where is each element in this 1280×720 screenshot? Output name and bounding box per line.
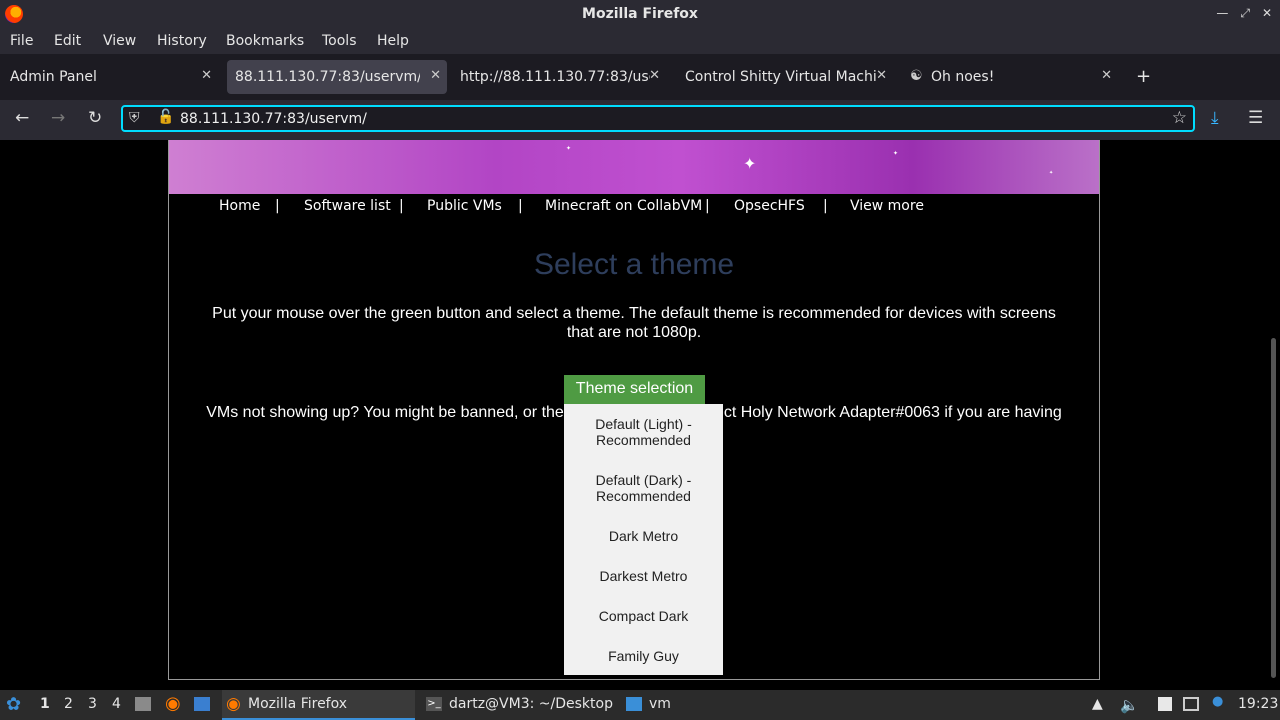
terminal-icon: >_ bbox=[426, 697, 442, 711]
menu-help[interactable]: Help bbox=[377, 33, 409, 49]
close-window-icon[interactable]: ✕ bbox=[1262, 6, 1272, 21]
option-line: Recommended bbox=[596, 488, 691, 504]
intro-text: Put your mouse over the green button and… bbox=[212, 305, 1056, 341]
firefox-launcher-icon[interactable]: ◉ bbox=[165, 693, 181, 714]
taskbar-vm-folder-button[interactable]: vm bbox=[649, 696, 671, 712]
taskbar-app-label: Mozilla Firefox bbox=[248, 696, 348, 712]
nav-separator: | bbox=[518, 198, 523, 214]
window-titlebar: Mozilla Firefox — ⤢ ✕ bbox=[0, 0, 1280, 29]
site-banner: ✦ ✦ ✦ ✦ bbox=[169, 140, 1099, 194]
close-tab-icon[interactable]: ✕ bbox=[876, 68, 887, 83]
nav-separator: | bbox=[705, 198, 710, 214]
option-line: Default (Dark) - bbox=[595, 472, 692, 488]
folder-icon bbox=[626, 696, 642, 712]
taskbar-firefox-button[interactable]: ◉ Mozilla Firefox bbox=[222, 690, 415, 720]
forward-icon[interactable]: → bbox=[51, 108, 65, 128]
url-text[interactable]: 88.111.130.77:83/uservm/ bbox=[180, 111, 367, 127]
sparkle-icon: ✦ bbox=[566, 145, 572, 152]
menu-hamburger-icon[interactable]: ☰ bbox=[1248, 108, 1263, 128]
page-viewport: ✦ ✦ ✦ ✦ Home | Software list | Public VM… bbox=[0, 140, 1280, 690]
menu-edit[interactable]: Edit bbox=[54, 33, 81, 49]
bookmark-star-icon[interactable]: ☆ bbox=[1172, 108, 1187, 128]
nav-separator: | bbox=[275, 198, 280, 214]
reload-icon[interactable]: ↻ bbox=[88, 108, 102, 128]
theme-dropdown: Default (Light) - Recommended Default (D… bbox=[564, 404, 723, 675]
nav-separator: | bbox=[399, 198, 404, 214]
desktop-launcher-icon[interactable] bbox=[194, 696, 210, 712]
firefox-icon: ◉ bbox=[226, 694, 241, 714]
lock-icon[interactable]: 🔓 bbox=[157, 109, 174, 125]
start-menu-icon[interactable]: ✿ bbox=[6, 694, 21, 715]
clipboard-icon[interactable] bbox=[1158, 696, 1172, 712]
theme-option-darkest-metro[interactable]: Darkest Metro bbox=[564, 568, 723, 584]
vm-note-left: VMs not showing up? You might be banned,… bbox=[206, 404, 564, 421]
shield-icon[interactable]: ⛨ bbox=[129, 110, 140, 126]
tab-oh-noes[interactable]: ☯ Oh noes! ✕ bbox=[900, 60, 1124, 94]
tab-uservm[interactable]: 88.111.130.77:83/uservm/ ✕ bbox=[227, 60, 447, 94]
menu-bookmarks[interactable]: Bookmarks bbox=[226, 33, 304, 49]
close-tab-icon[interactable]: ✕ bbox=[1101, 68, 1112, 83]
volume-icon[interactable]: 🔈 bbox=[1120, 696, 1139, 714]
page-scrollbar[interactable] bbox=[1271, 338, 1276, 678]
site-container: ✦ ✦ ✦ ✦ Home | Software list | Public VM… bbox=[168, 140, 1100, 680]
menu-view[interactable]: View bbox=[103, 33, 136, 49]
tab-label: http://88.111.130.77:83/use bbox=[460, 69, 650, 85]
downloads-icon[interactable]: ⤓ bbox=[1211, 108, 1219, 128]
taskbar: ✿ 1 2 3 4 ◉ ◉ Mozilla Firefox >_ dartz@V… bbox=[0, 690, 1280, 720]
menu-tools[interactable]: Tools bbox=[322, 33, 357, 49]
workspace-2[interactable]: 2 bbox=[64, 696, 73, 712]
tab-label: Oh noes! bbox=[931, 69, 995, 85]
close-tab-icon[interactable]: ✕ bbox=[649, 68, 660, 83]
sparkle-icon: ✦ bbox=[893, 150, 899, 157]
workspace-3[interactable]: 3 bbox=[88, 696, 97, 712]
menu-bar: File Edit View History Bookmarks Tools H… bbox=[0, 29, 1280, 54]
window-title: Mozilla Firefox bbox=[582, 6, 698, 22]
workspace-4[interactable]: 4 bbox=[112, 696, 121, 712]
tray-arrow-icon[interactable]: ▲ bbox=[1092, 696, 1103, 712]
vm-note-right: ct Holy Network Adapter#0063 if you are … bbox=[723, 404, 1062, 421]
new-tab-icon[interactable]: + bbox=[1136, 66, 1151, 87]
network-icon[interactable] bbox=[1183, 696, 1199, 712]
theme-option-default-dark[interactable]: Default (Dark) - Recommended bbox=[564, 472, 723, 504]
address-bar[interactable]: ⛨ 🔓 88.111.130.77:83/uservm/ ☆ bbox=[121, 105, 1195, 132]
tab-admin-panel[interactable]: Admin Panel ✕ bbox=[0, 60, 224, 94]
nav-view-more-link[interactable]: View more bbox=[850, 198, 924, 214]
nav-software-list-link[interactable]: Software list bbox=[304, 198, 391, 214]
option-line: Recommended bbox=[596, 432, 691, 448]
tab-bar: Admin Panel ✕ 88.111.130.77:83/uservm/ ✕… bbox=[0, 54, 1280, 100]
theme-selection-button[interactable]: Theme selection bbox=[564, 375, 705, 404]
close-tab-icon[interactable]: ✕ bbox=[430, 68, 441, 83]
nav-minecraft-link[interactable]: Minecraft on CollabVM bbox=[545, 198, 702, 214]
sparkle-icon: ✦ bbox=[1049, 170, 1054, 176]
tab-http-uservm[interactable]: http://88.111.130.77:83/use ✕ bbox=[450, 60, 670, 94]
nav-separator: | bbox=[823, 198, 828, 214]
notification-icon[interactable]: ● bbox=[1212, 694, 1223, 709]
nav-public-vms-link[interactable]: Public VMs bbox=[427, 198, 502, 214]
tab-label: 88.111.130.77:83/uservm/ bbox=[235, 69, 420, 85]
sparkle-icon: ✦ bbox=[743, 154, 757, 173]
menu-history[interactable]: History bbox=[157, 33, 207, 49]
file-manager-launcher-icon[interactable] bbox=[135, 696, 151, 712]
tab-control-vm[interactable]: Control Shitty Virtual Machin ✕ bbox=[675, 60, 897, 94]
page-title: Select a theme bbox=[533, 248, 735, 281]
nav-opsechfs-link[interactable]: OpsecHFS bbox=[734, 198, 805, 214]
minimize-icon[interactable]: — bbox=[1216, 6, 1228, 21]
nav-home-link[interactable]: Home bbox=[219, 198, 260, 214]
menu-file[interactable]: File bbox=[10, 33, 33, 49]
restore-icon[interactable]: ⤢ bbox=[1240, 6, 1250, 21]
close-tab-icon[interactable]: ✕ bbox=[201, 68, 212, 83]
tab-label: Admin Panel bbox=[10, 69, 97, 85]
taskbar-terminal-button[interactable]: dartz@VM3: ~/Desktop bbox=[449, 696, 613, 712]
page-favicon-icon: ☯ bbox=[910, 68, 923, 84]
theme-option-dark-metro[interactable]: Dark Metro bbox=[564, 528, 723, 544]
tab-label: Control Shitty Virtual Machin bbox=[685, 69, 877, 85]
back-icon[interactable]: ← bbox=[15, 108, 29, 128]
theme-option-compact-dark[interactable]: Compact Dark bbox=[564, 608, 723, 624]
workspace-1[interactable]: 1 bbox=[40, 696, 50, 712]
theme-option-family-guy[interactable]: Family Guy bbox=[564, 648, 723, 664]
theme-option-default-light[interactable]: Default (Light) - Recommended bbox=[564, 416, 723, 448]
option-line: Default (Light) - bbox=[595, 416, 692, 432]
clock[interactable]: 19:23 bbox=[1238, 696, 1278, 712]
